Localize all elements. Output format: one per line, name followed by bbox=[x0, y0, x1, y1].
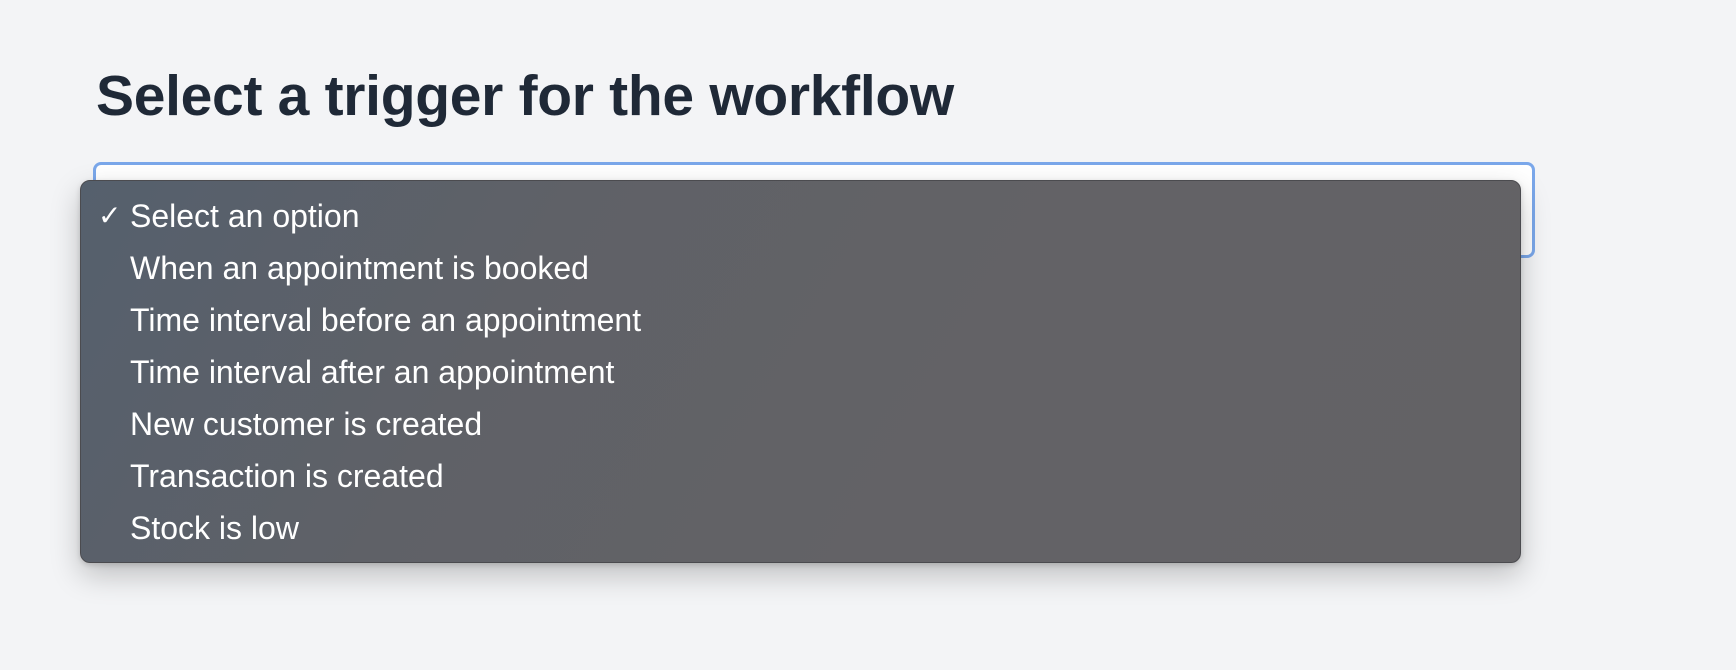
option-interval-after-appointment[interactable]: Time interval after an appointment bbox=[81, 346, 1520, 398]
option-select-an-option[interactable]: ✓ Select an option bbox=[81, 190, 1520, 242]
option-label: Transaction is created bbox=[130, 458, 444, 494]
trigger-dropdown-menu: ✓ Select an option When an appointment i… bbox=[80, 180, 1521, 563]
option-label: Select an option bbox=[130, 198, 360, 234]
option-label: New customer is created bbox=[130, 406, 483, 442]
option-label: Time interval before an appointment bbox=[130, 302, 642, 338]
option-interval-before-appointment[interactable]: Time interval before an appointment bbox=[81, 294, 1520, 346]
option-new-customer-created[interactable]: New customer is created bbox=[81, 398, 1520, 450]
option-label: When an appointment is booked bbox=[130, 250, 589, 286]
page-title: Select a trigger for the workflow bbox=[96, 64, 954, 128]
option-label: Stock is low bbox=[130, 510, 299, 546]
option-transaction-created[interactable]: Transaction is created bbox=[81, 450, 1520, 502]
option-appointment-booked[interactable]: When an appointment is booked bbox=[81, 242, 1520, 294]
option-label: Time interval after an appointment bbox=[130, 354, 615, 390]
option-stock-low[interactable]: Stock is low bbox=[81, 502, 1520, 554]
checkmark-icon: ✓ bbox=[98, 200, 122, 231]
